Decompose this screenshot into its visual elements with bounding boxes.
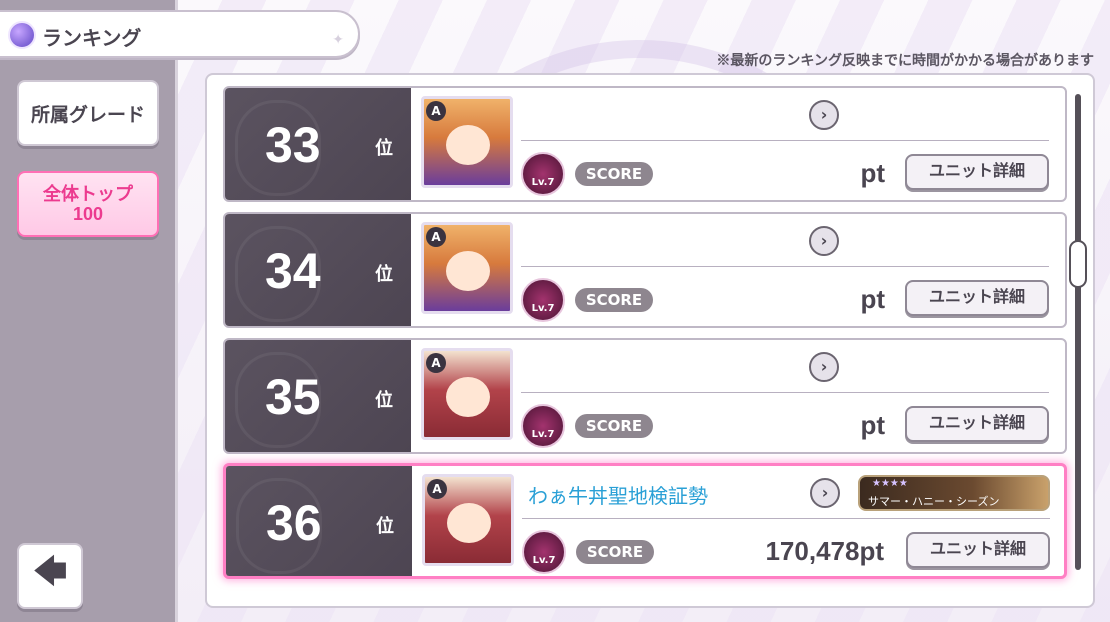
grade-badge-icon: Lv.7 [521, 152, 565, 196]
divider [522, 518, 1050, 519]
rank-letter-badge: A [426, 101, 446, 121]
unit-detail-button[interactable]: ユニット詳細 [905, 280, 1049, 316]
divider [521, 140, 1049, 141]
top100-button[interactable]: 全体トップ 100 [17, 171, 159, 237]
portrait-face [446, 377, 490, 417]
rank-box: 35 位 [225, 340, 411, 452]
unit-detail-button[interactable]: ユニット詳細 [905, 154, 1049, 190]
rank-letter-badge: A [426, 353, 446, 373]
score-label: SCORE [576, 540, 654, 564]
card-rarity-stars: ★★★★ [872, 478, 908, 489]
ranking-row: 35 位 A › Lv.7 SCORE pt ユニット詳細 [223, 338, 1067, 454]
sparkle-icon: ✦ [332, 32, 344, 48]
portrait-face [446, 251, 490, 291]
rank-suffix: 位 [375, 264, 393, 285]
chevron-right-icon[interactable]: › [809, 100, 839, 130]
score-label: SCORE [575, 288, 653, 312]
rank-letter-badge: A [427, 479, 447, 499]
scrollbar-track[interactable] [1075, 94, 1081, 570]
divider [521, 392, 1049, 393]
ranking-row-own: 36 位 A わぁ牛丼聖地検証勢 › ★★★★ サマー・ハニー・シーズン Lv.… [223, 463, 1067, 579]
divider [521, 266, 1049, 267]
score-points: pt [860, 284, 885, 314]
card-title: サマー・ハニー・シーズン [868, 495, 1000, 508]
ranking-row: 34 位 A › Lv.7 SCORE pt ユニット詳細 [223, 212, 1067, 328]
grade-button-label: 所属グレード [30, 104, 145, 126]
rank-suffix: 位 [375, 390, 393, 411]
ranking-row: 33 位 A › Lv.7 SCORE pt ユニット詳細 [223, 86, 1067, 202]
unit-detail-button[interactable]: ユニット詳細 [905, 406, 1049, 442]
rank-box: 36 位 [226, 466, 412, 576]
scrollbar-thumb[interactable] [1069, 240, 1087, 288]
support-card-thumbnail[interactable]: ★★★★ サマー・ハニー・シーズン [858, 475, 1050, 511]
producer-portrait[interactable]: A [421, 348, 513, 440]
rank-number: 33 [265, 117, 321, 173]
rank-box: 34 位 [225, 214, 411, 326]
producer-portrait[interactable]: A [421, 96, 513, 188]
grade-badge-icon: Lv.7 [521, 278, 565, 322]
unit-detail-button[interactable]: ユニット詳細 [906, 532, 1050, 568]
score-points: pt [860, 158, 885, 188]
rank-number: 36 [266, 495, 322, 551]
page-title: ランキング [42, 28, 142, 50]
score-label: SCORE [575, 414, 653, 438]
ranking-icon [8, 21, 36, 49]
sidebar: 所属グレード 全体トップ 100 🡄 [0, 0, 178, 622]
score-label: SCORE [575, 162, 653, 186]
producer-portrait[interactable]: A [421, 222, 513, 314]
score-points: 170,478pt [765, 536, 884, 566]
rank-box: 33 位 [225, 88, 411, 200]
left-arrow-icon: 🡄 [32, 551, 68, 592]
update-note: ※最新のランキング反映までに時間がかかる場合があります [716, 52, 1094, 68]
rank-letter-badge: A [426, 227, 446, 247]
back-button[interactable]: 🡄 [17, 543, 83, 609]
grade-button[interactable]: 所属グレード [17, 80, 159, 146]
chevron-right-icon[interactable]: › [809, 352, 839, 382]
chevron-right-icon[interactable]: › [810, 478, 840, 508]
portrait-face [446, 125, 490, 165]
portrait-face [447, 503, 491, 543]
rank-suffix: 位 [375, 138, 393, 159]
producer-portrait[interactable]: A [422, 474, 514, 566]
grade-badge-icon: Lv.7 [521, 404, 565, 448]
title-tab: ランキング ✦ [0, 10, 360, 58]
producer-name: わぁ牛丼聖地検証勢 [528, 486, 708, 508]
top100-label-line1: 全体トップ [43, 184, 133, 204]
chevron-right-icon[interactable]: › [809, 226, 839, 256]
score-points: pt [860, 410, 885, 440]
rank-number: 34 [265, 243, 321, 299]
top100-label-line2: 100 [72, 204, 104, 224]
rank-suffix: 位 [376, 516, 394, 537]
grade-badge-icon: Lv.7 [522, 530, 566, 574]
rank-number: 35 [265, 369, 321, 425]
